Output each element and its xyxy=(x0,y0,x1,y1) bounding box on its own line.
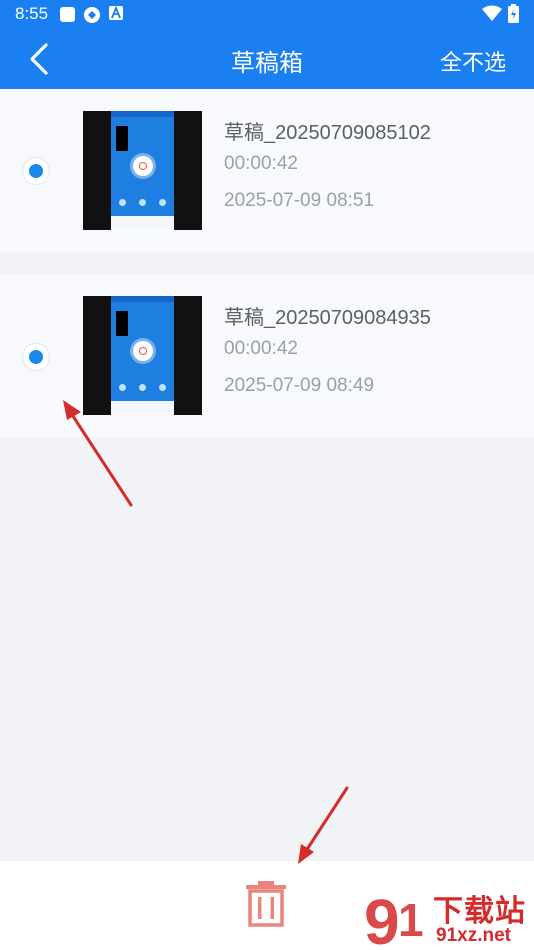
status-bar: 8:55 xyxy=(0,0,534,28)
wifi-icon xyxy=(482,5,502,21)
record-button-icon xyxy=(133,156,153,176)
deselect-all-button[interactable]: 全不选 xyxy=(440,45,506,77)
sync-notification-icon xyxy=(84,7,100,23)
app-bar: 草稿箱 全不选 xyxy=(0,28,534,89)
draft-select-radio[interactable] xyxy=(23,344,49,370)
draft-date: 2025-07-09 08:49 xyxy=(224,375,375,396)
draft-duration: 00:00:42 xyxy=(224,153,298,174)
draft-select-radio[interactable] xyxy=(23,158,49,184)
thumbnail-screen xyxy=(111,296,174,415)
svg-text:1: 1 xyxy=(398,894,424,946)
record-button-icon xyxy=(133,341,153,361)
battery-icon xyxy=(508,4,519,23)
annotation-arrow-icon xyxy=(298,786,349,864)
svg-text:9: 9 xyxy=(364,886,400,950)
draft-duration: 00:00:42 xyxy=(224,338,298,359)
draft-name: 草稿_20250709084935 xyxy=(224,307,431,329)
status-time: 8:55 xyxy=(15,4,49,23)
trash-icon[interactable] xyxy=(245,881,287,927)
thumbnail-screen xyxy=(111,111,174,230)
draft-date: 2025-07-09 08:51 xyxy=(224,190,375,211)
chevron-left-icon[interactable] xyxy=(26,42,56,76)
draft-thumbnail[interactable] xyxy=(83,111,202,230)
draft-item[interactable]: 草稿_20250709084935 00:00:42 2025-07-09 08… xyxy=(0,274,534,438)
draft-thumbnail[interactable] xyxy=(83,296,202,415)
app-notification-icon xyxy=(60,7,75,22)
draft-item[interactable]: 草稿_20250709085102 00:00:42 2025-07-09 08… xyxy=(0,89,534,253)
draft-name: 草稿_20250709085102 xyxy=(224,122,431,144)
watermark-brand: 下载站 xyxy=(433,895,526,928)
watermark-url: 91xz.net xyxy=(436,925,511,946)
font-notification-icon xyxy=(109,6,123,20)
